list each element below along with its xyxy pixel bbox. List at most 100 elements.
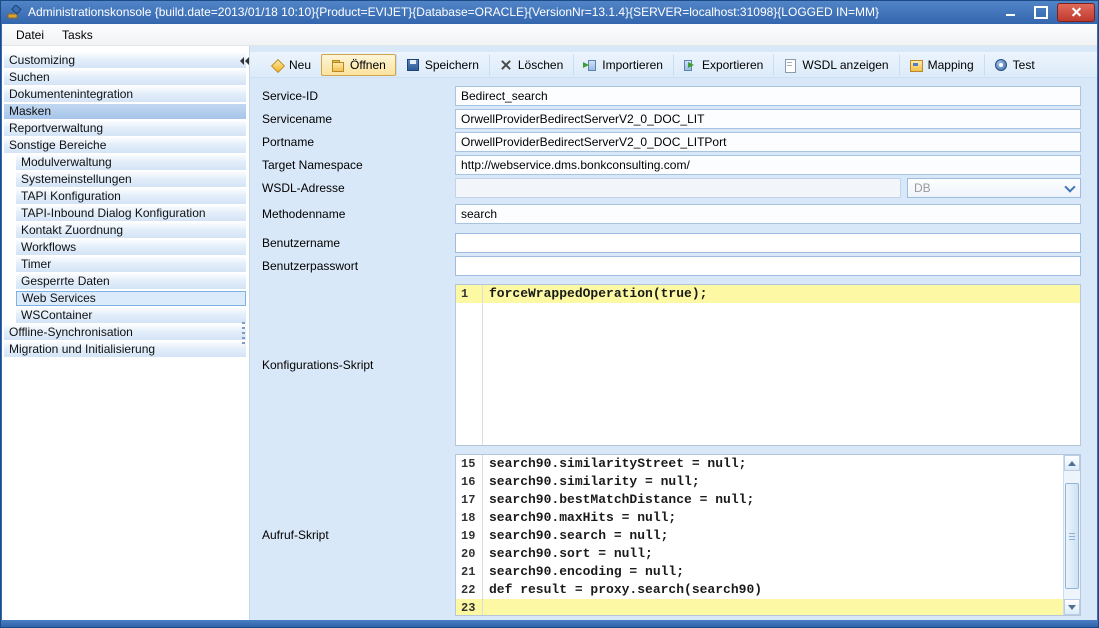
line-number: 15 — [456, 455, 482, 473]
wsdl-adresse-row: WSDL-Adresse DB — [262, 178, 1081, 198]
sidebar-item[interactable]: Workflows — [16, 240, 246, 255]
portname-field[interactable]: OrwellProviderBedirectServerV2_0_DOC_LIT… — [455, 132, 1081, 152]
new-button[interactable]: Neu — [260, 54, 321, 76]
app-icon — [7, 5, 22, 20]
import-button[interactable]: Importieren — [573, 54, 673, 76]
toolbar-button-label: Mapping — [928, 58, 974, 72]
sidebar-item[interactable]: Migration und Initialisierung — [4, 342, 246, 357]
benutzerpasswort-label: Benutzerpasswort — [262, 256, 455, 276]
combobox-value: DB — [908, 181, 1060, 195]
export-arrow-icon — [683, 58, 697, 72]
toolbar-button-label: WSDL anzeigen — [802, 58, 888, 72]
open-folder-icon — [331, 58, 345, 72]
sidebar-item[interactable]: Masken — [4, 104, 246, 119]
benutzerpasswort-field[interactable] — [455, 256, 1081, 276]
target-namespace-label: Target Namespace — [262, 155, 455, 175]
code-text: def result = proxy.search(search90) — [482, 581, 762, 599]
scroll-down-button[interactable] — [1064, 599, 1080, 615]
mapping-folder-icon — [909, 58, 923, 72]
konfigurations-skript-row: Konfigurations-Skript 1 forceWrappedOper… — [262, 284, 1081, 446]
servicename-label: Servicename — [262, 109, 455, 129]
code-line: 1 forceWrappedOperation(true); — [456, 285, 1080, 303]
sidebar-item[interactable]: Timer — [16, 257, 246, 272]
splitter-grip-icon[interactable] — [242, 322, 245, 346]
sidebar-item[interactable]: Web Services — [16, 291, 246, 306]
field-value: OrwellProviderBedirectServerV2_0_DOC_LIT… — [461, 135, 726, 149]
service-id-field[interactable]: Bedirect_search — [455, 86, 1081, 106]
scroll-up-button[interactable] — [1064, 455, 1080, 471]
open-button[interactable]: Öffnen — [321, 54, 396, 76]
methodenname-field[interactable]: search — [455, 204, 1081, 224]
konfigurations-skript-label: Konfigurations-Skript — [262, 358, 455, 372]
close-button[interactable] — [1057, 3, 1095, 22]
sidebar-item[interactable]: Gesperrte Daten — [16, 274, 246, 289]
test-button[interactable]: Test — [984, 54, 1045, 76]
line-number: 20 — [456, 545, 482, 563]
export-button[interactable]: Exportieren — [673, 54, 773, 76]
line-number: 17 — [456, 491, 482, 509]
code-line: 18 search90.maxHits = null; — [456, 509, 1063, 527]
sidebar-item[interactable]: Sonstige Bereiche — [4, 138, 246, 153]
sidebar-collapse-icon[interactable] — [238, 56, 247, 66]
servicename-field[interactable]: OrwellProviderBedirectServerV2_0_DOC_LIT — [455, 109, 1081, 129]
line-number: 23 — [456, 599, 482, 616]
field-value: http://webservice.dms.bonkconsulting.com… — [461, 158, 690, 172]
wsdl-show-button[interactable]: WSDL anzeigen — [773, 54, 898, 76]
scrollbar-thumb[interactable] — [1065, 483, 1079, 589]
minimize-button[interactable] — [997, 3, 1024, 22]
code-text: forceWrappedOperation(true); — [482, 285, 707, 303]
sidebar-item[interactable]: Systemeinstellungen — [16, 172, 246, 187]
wsdl-source-combobox[interactable]: DB — [907, 178, 1081, 198]
code-text: search90.similarityStreet = null; — [482, 455, 746, 473]
chevron-down-icon — [1060, 179, 1080, 197]
sidebar-item[interactable]: Reportverwaltung — [4, 121, 246, 136]
toolbar-button-label: Test — [1013, 58, 1035, 72]
service-id-label: Service-ID — [262, 86, 455, 106]
code-text: search90.search = null; — [482, 527, 668, 545]
save-floppy-icon — [406, 58, 420, 72]
sidebar-item[interactable]: Modulverwaltung — [16, 155, 246, 170]
toolbar-button-label: Speichern — [425, 58, 479, 72]
code-line: 21 search90.encoding = null; — [456, 563, 1063, 581]
sidebar-item[interactable]: Offline-Synchronisation — [4, 325, 246, 340]
menu-item[interactable]: Tasks — [53, 26, 102, 44]
code-line-list: 15 search90.similarityStreet = null; 16 … — [456, 455, 1080, 616]
wsdl-document-icon — [783, 58, 797, 72]
service-id-row: Service-ID Bedirect_search — [262, 86, 1081, 106]
sidebar-item[interactable]: TAPI-Inbound Dialog Konfiguration — [16, 206, 246, 221]
sidebar-item[interactable]: Suchen — [4, 70, 246, 85]
import-arrow-icon — [583, 58, 597, 72]
triangle-up-icon — [1068, 457, 1076, 466]
sidebar-navigation: Customizing Suchen Dokumentenintegration… — [2, 46, 250, 620]
sidebar-item[interactable]: Dokumentenintegration — [4, 87, 246, 102]
portname-row: Portname OrwellProviderBedirectServerV2_… — [262, 132, 1081, 152]
menu-item[interactable]: Datei — [7, 26, 53, 44]
konfigurations-skript-editor[interactable]: 1 forceWrappedOperation(true); — [455, 284, 1081, 446]
code-text: search90.sort = null; — [482, 545, 653, 563]
line-number: 21 — [456, 563, 482, 581]
vertical-scrollbar[interactable] — [1063, 455, 1080, 615]
delete-button[interactable]: Löschen — [489, 54, 573, 76]
mapping-button[interactable]: Mapping — [899, 54, 984, 76]
target-namespace-field[interactable]: http://webservice.dms.bonkconsulting.com… — [455, 155, 1081, 175]
aufruf-skript-editor[interactable]: 15 search90.similarityStreet = null; 16 … — [455, 454, 1081, 616]
save-button[interactable]: Speichern — [396, 54, 489, 76]
sidebar-item[interactable]: Kontakt Zuordnung — [16, 223, 246, 238]
sidebar-item-list: Customizing Suchen Dokumentenintegration… — [2, 53, 249, 357]
toolbar-button-label: Exportieren — [702, 58, 763, 72]
benutzername-field[interactable] — [455, 233, 1081, 253]
code-line-list: 1 forceWrappedOperation(true); — [456, 285, 1080, 303]
sidebar-item[interactable]: TAPI Konfiguration — [16, 189, 246, 204]
wsdl-adresse-field[interactable] — [455, 178, 901, 198]
maximize-button[interactable] — [1027, 3, 1054, 22]
new-document-icon — [270, 58, 284, 72]
sidebar-item[interactable]: WSContainer — [16, 308, 246, 323]
sidebar-item[interactable]: Customizing — [4, 53, 246, 68]
aufruf-skript-label: Aufruf-Skript — [262, 528, 455, 542]
line-number: 16 — [456, 473, 482, 491]
line-number: 22 — [456, 581, 482, 599]
target-namespace-row: Target Namespace http://webservice.dms.b… — [262, 155, 1081, 175]
titlebar: Administrationskonsole {build.date=2013/… — [0, 0, 1099, 24]
code-line: 17 search90.bestMatchDistance = null; — [456, 491, 1063, 509]
line-number: 1 — [456, 285, 482, 303]
